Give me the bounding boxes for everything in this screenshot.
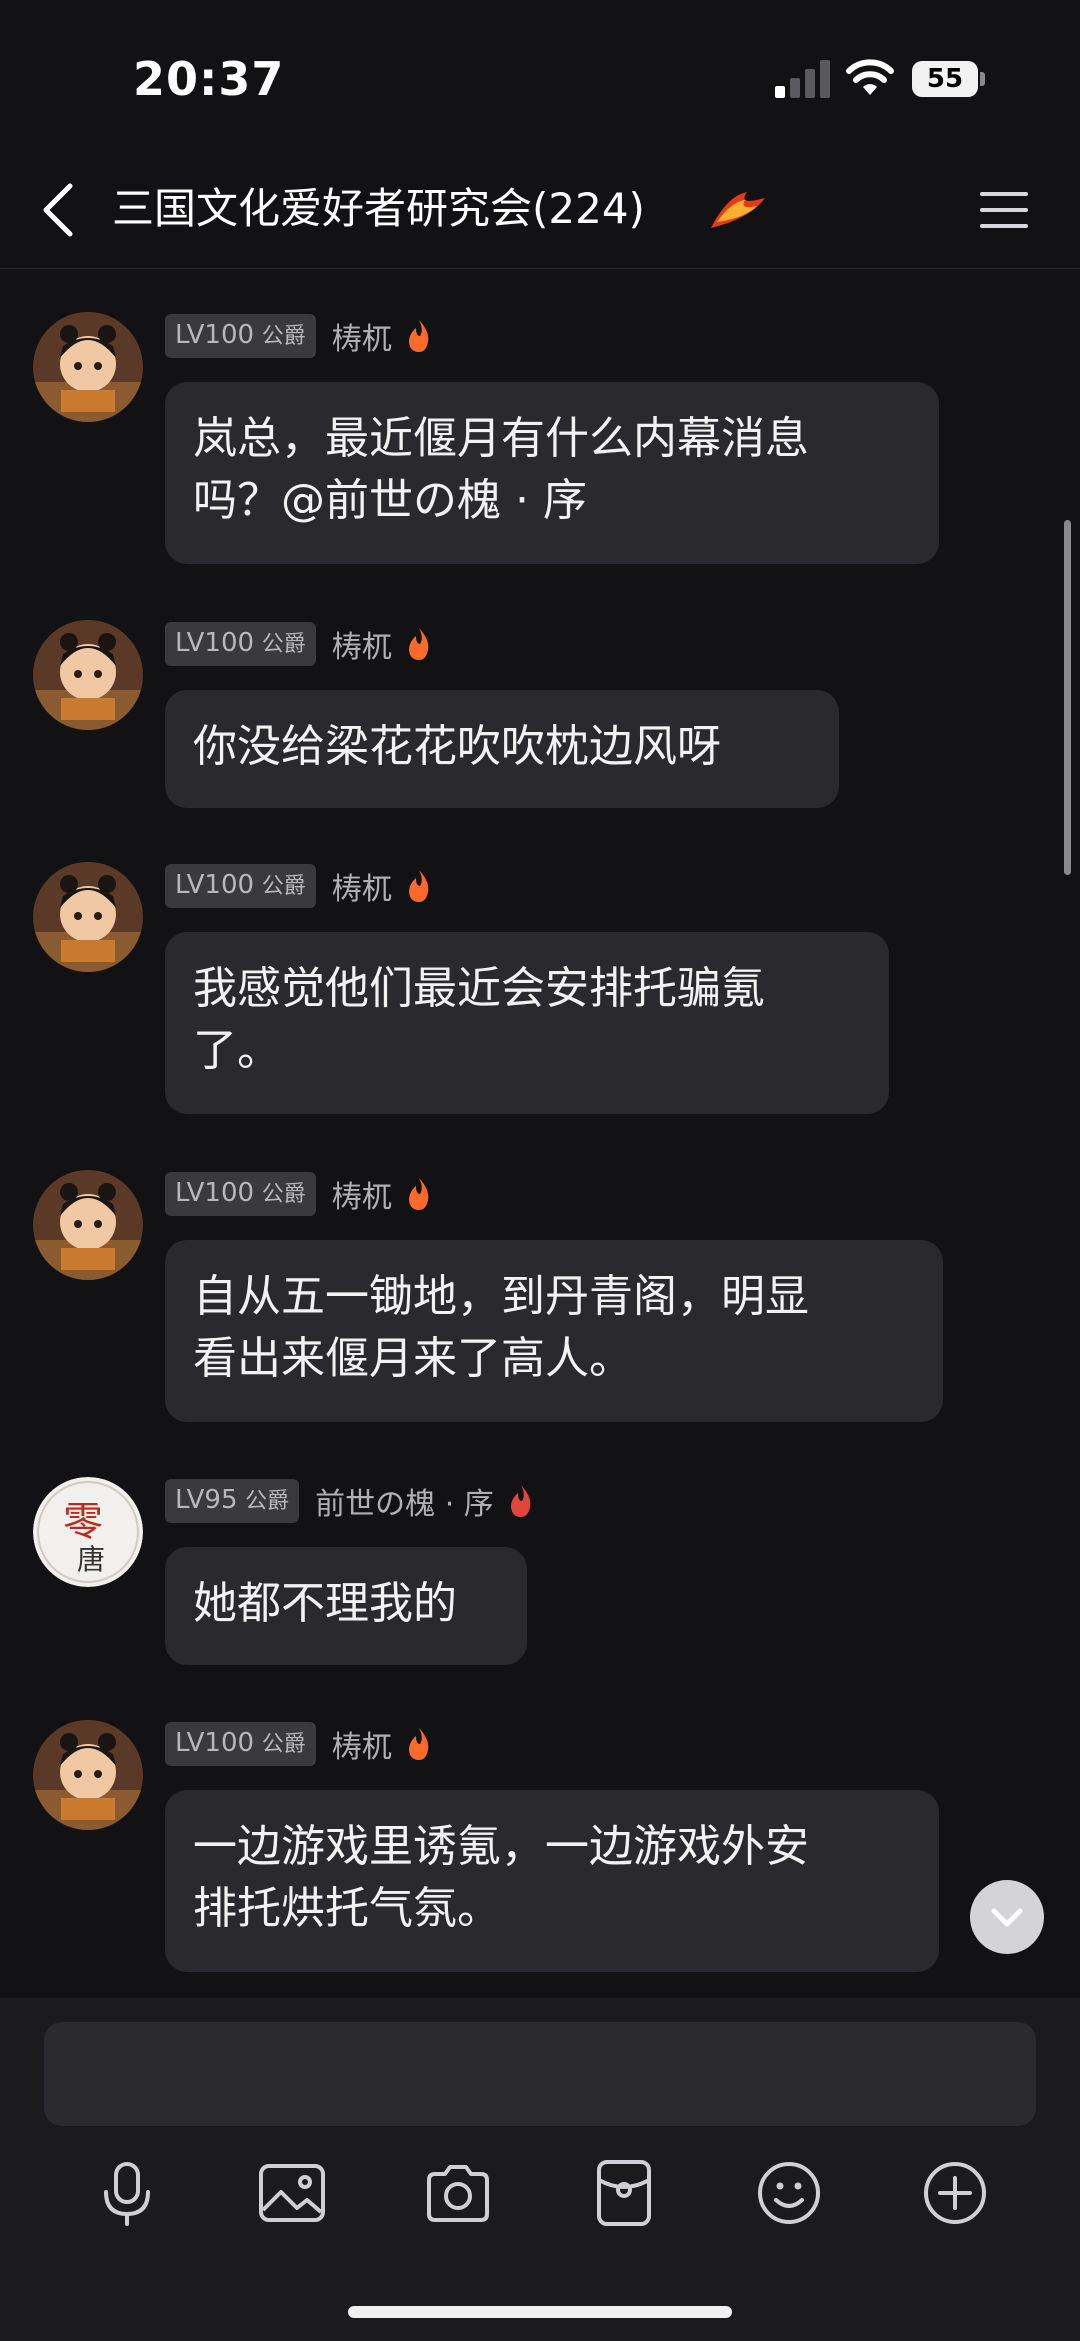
sender-name[interactable]: 前世の槐 · 序 [315, 1479, 494, 1523]
message-meta: LV95 公爵 前世の槐 · 序 [165, 1477, 536, 1525]
status-bar: 20:37 55 [0, 0, 1080, 150]
rank-text: 公爵 [261, 874, 306, 899]
chat-header: 三国文化爱好者研究会(224) [0, 150, 1080, 269]
message-bubble[interactable]: 你没给梁花花吹吹枕边风呀 [165, 690, 839, 808]
battery-nub [980, 72, 985, 86]
scroll-to-bottom-button[interactable] [970, 1880, 1044, 1954]
fire-icon [408, 1728, 429, 1760]
kmg-badge-icon [711, 192, 765, 228]
message-list[interactable]: LV100 公爵 梼杌 岚总，最近偃月有什么内幕消息 吗？@前世の槐 · 序 L… [0, 270, 1080, 1995]
level-text: LV95 [175, 1485, 238, 1515]
fire-icon [408, 628, 429, 660]
rank-text: 公爵 [261, 1732, 306, 1757]
message-line: 自从五一锄地，到丹青阁，明显 [193, 1271, 809, 1322]
level-badge: LV100 公爵 [165, 1722, 316, 1766]
sender-name[interactable]: 梼杌 [332, 1172, 392, 1216]
sender-name[interactable]: 梼杌 [332, 1722, 392, 1766]
user-avatar-taowu[interactable] [33, 620, 143, 730]
menu-icon[interactable] [978, 188, 1030, 232]
level-text: LV100 [175, 628, 255, 658]
user-avatar-taowu[interactable] [33, 312, 143, 422]
message-bubble[interactable]: 岚总，最近偃月有什么内幕消息 吗？@前世の槐 · 序 [165, 382, 939, 564]
home-indicator[interactable] [348, 2306, 732, 2318]
level-badge: LV100 公爵 [165, 622, 316, 666]
message-bubble[interactable]: 自从五一锄地，到丹青阁，明显 看出来偃月来了高人。 [165, 1240, 943, 1422]
svg-text:零: 零 [63, 1499, 103, 1545]
chevron-down-icon [991, 1908, 1023, 1927]
wifi-icon [846, 59, 894, 95]
battery-indicator: 55 [912, 61, 985, 97]
level-text: LV100 [175, 1178, 255, 1208]
message-input[interactable] [44, 2022, 1036, 2126]
message-line: 我感觉他们最近会安排托骗氪 [193, 963, 765, 1014]
sender-name[interactable]: 梼杌 [332, 622, 392, 666]
plus-icon[interactable] [920, 2158, 990, 2228]
message-meta: LV100 公爵 梼杌 [165, 1720, 434, 1768]
message-line: 吗？@前世の槐 · 序 [193, 475, 587, 526]
rank-text: 公爵 [261, 324, 306, 349]
scrollbar[interactable] [1064, 520, 1071, 875]
fire-icon [408, 870, 429, 902]
level-text: LV100 [175, 320, 255, 350]
user-avatar-qianshi[interactable]: 零 唐 [33, 1477, 143, 1587]
message-meta: LV100 公爵 梼杌 [165, 312, 434, 360]
message-meta: LV100 公爵 梼杌 [165, 862, 434, 910]
level-badge: LV100 公爵 [165, 314, 316, 358]
group-title: 三国文化爱好者研究会(224) [112, 184, 645, 233]
level-badge: LV100 公爵 [165, 1172, 316, 1216]
emoji-icon[interactable] [754, 2158, 824, 2228]
message-line: 了。 [193, 1025, 281, 1076]
user-avatar-taowu[interactable] [33, 1720, 143, 1830]
message-bubble[interactable]: 一边游戏里诱氪，一边游戏外安 排托烘托气氛。 [165, 1790, 939, 1972]
message-line: 一边游戏里诱氪，一边游戏外安 [193, 1821, 809, 1872]
message-line: 排托烘托气氛。 [193, 1883, 501, 1934]
fire-icon [408, 1178, 429, 1210]
rank-text: 公爵 [245, 1489, 290, 1514]
cellular-signal-icon [775, 60, 830, 98]
level-text: LV100 [175, 870, 255, 900]
svg-text:唐: 唐 [77, 1543, 105, 1576]
message-bubble[interactable]: 她都不理我的 [165, 1547, 527, 1665]
fire-icon [408, 320, 429, 352]
fire-icon [510, 1485, 531, 1517]
user-avatar-taowu[interactable] [33, 862, 143, 972]
level-badge: LV100 公爵 [165, 864, 316, 908]
message-line: 岚总，最近偃月有什么内幕消息 [193, 413, 809, 464]
image-icon[interactable] [257, 2158, 327, 2228]
status-time: 20:37 [133, 52, 285, 106]
message-meta: LV100 公爵 梼杌 [165, 1170, 434, 1218]
message-line: 她都不理我的 [193, 1578, 457, 1629]
level-text: LV100 [175, 1728, 255, 1758]
sender-name[interactable]: 梼杌 [332, 864, 392, 908]
composer [0, 1998, 1080, 2341]
back-arrow-icon[interactable] [38, 180, 78, 240]
red-packet-icon[interactable] [589, 2158, 659, 2228]
user-avatar-taowu[interactable] [33, 1170, 143, 1280]
camera-icon[interactable] [423, 2158, 493, 2228]
message-bubble[interactable]: 我感觉他们最近会安排托骗氪 了。 [165, 932, 889, 1114]
message-line: 你没给梁花花吹吹枕边风呀 [193, 721, 721, 772]
rank-text: 公爵 [261, 632, 306, 657]
sender-name[interactable]: 梼杌 [332, 314, 392, 358]
battery-level: 55 [912, 61, 978, 97]
message-meta: LV100 公爵 梼杌 [165, 620, 434, 668]
rank-text: 公爵 [261, 1182, 306, 1207]
microphone-icon[interactable] [92, 2158, 162, 2228]
message-line: 看出来偃月来了高人。 [193, 1333, 633, 1384]
level-badge: LV95 公爵 [165, 1479, 300, 1523]
